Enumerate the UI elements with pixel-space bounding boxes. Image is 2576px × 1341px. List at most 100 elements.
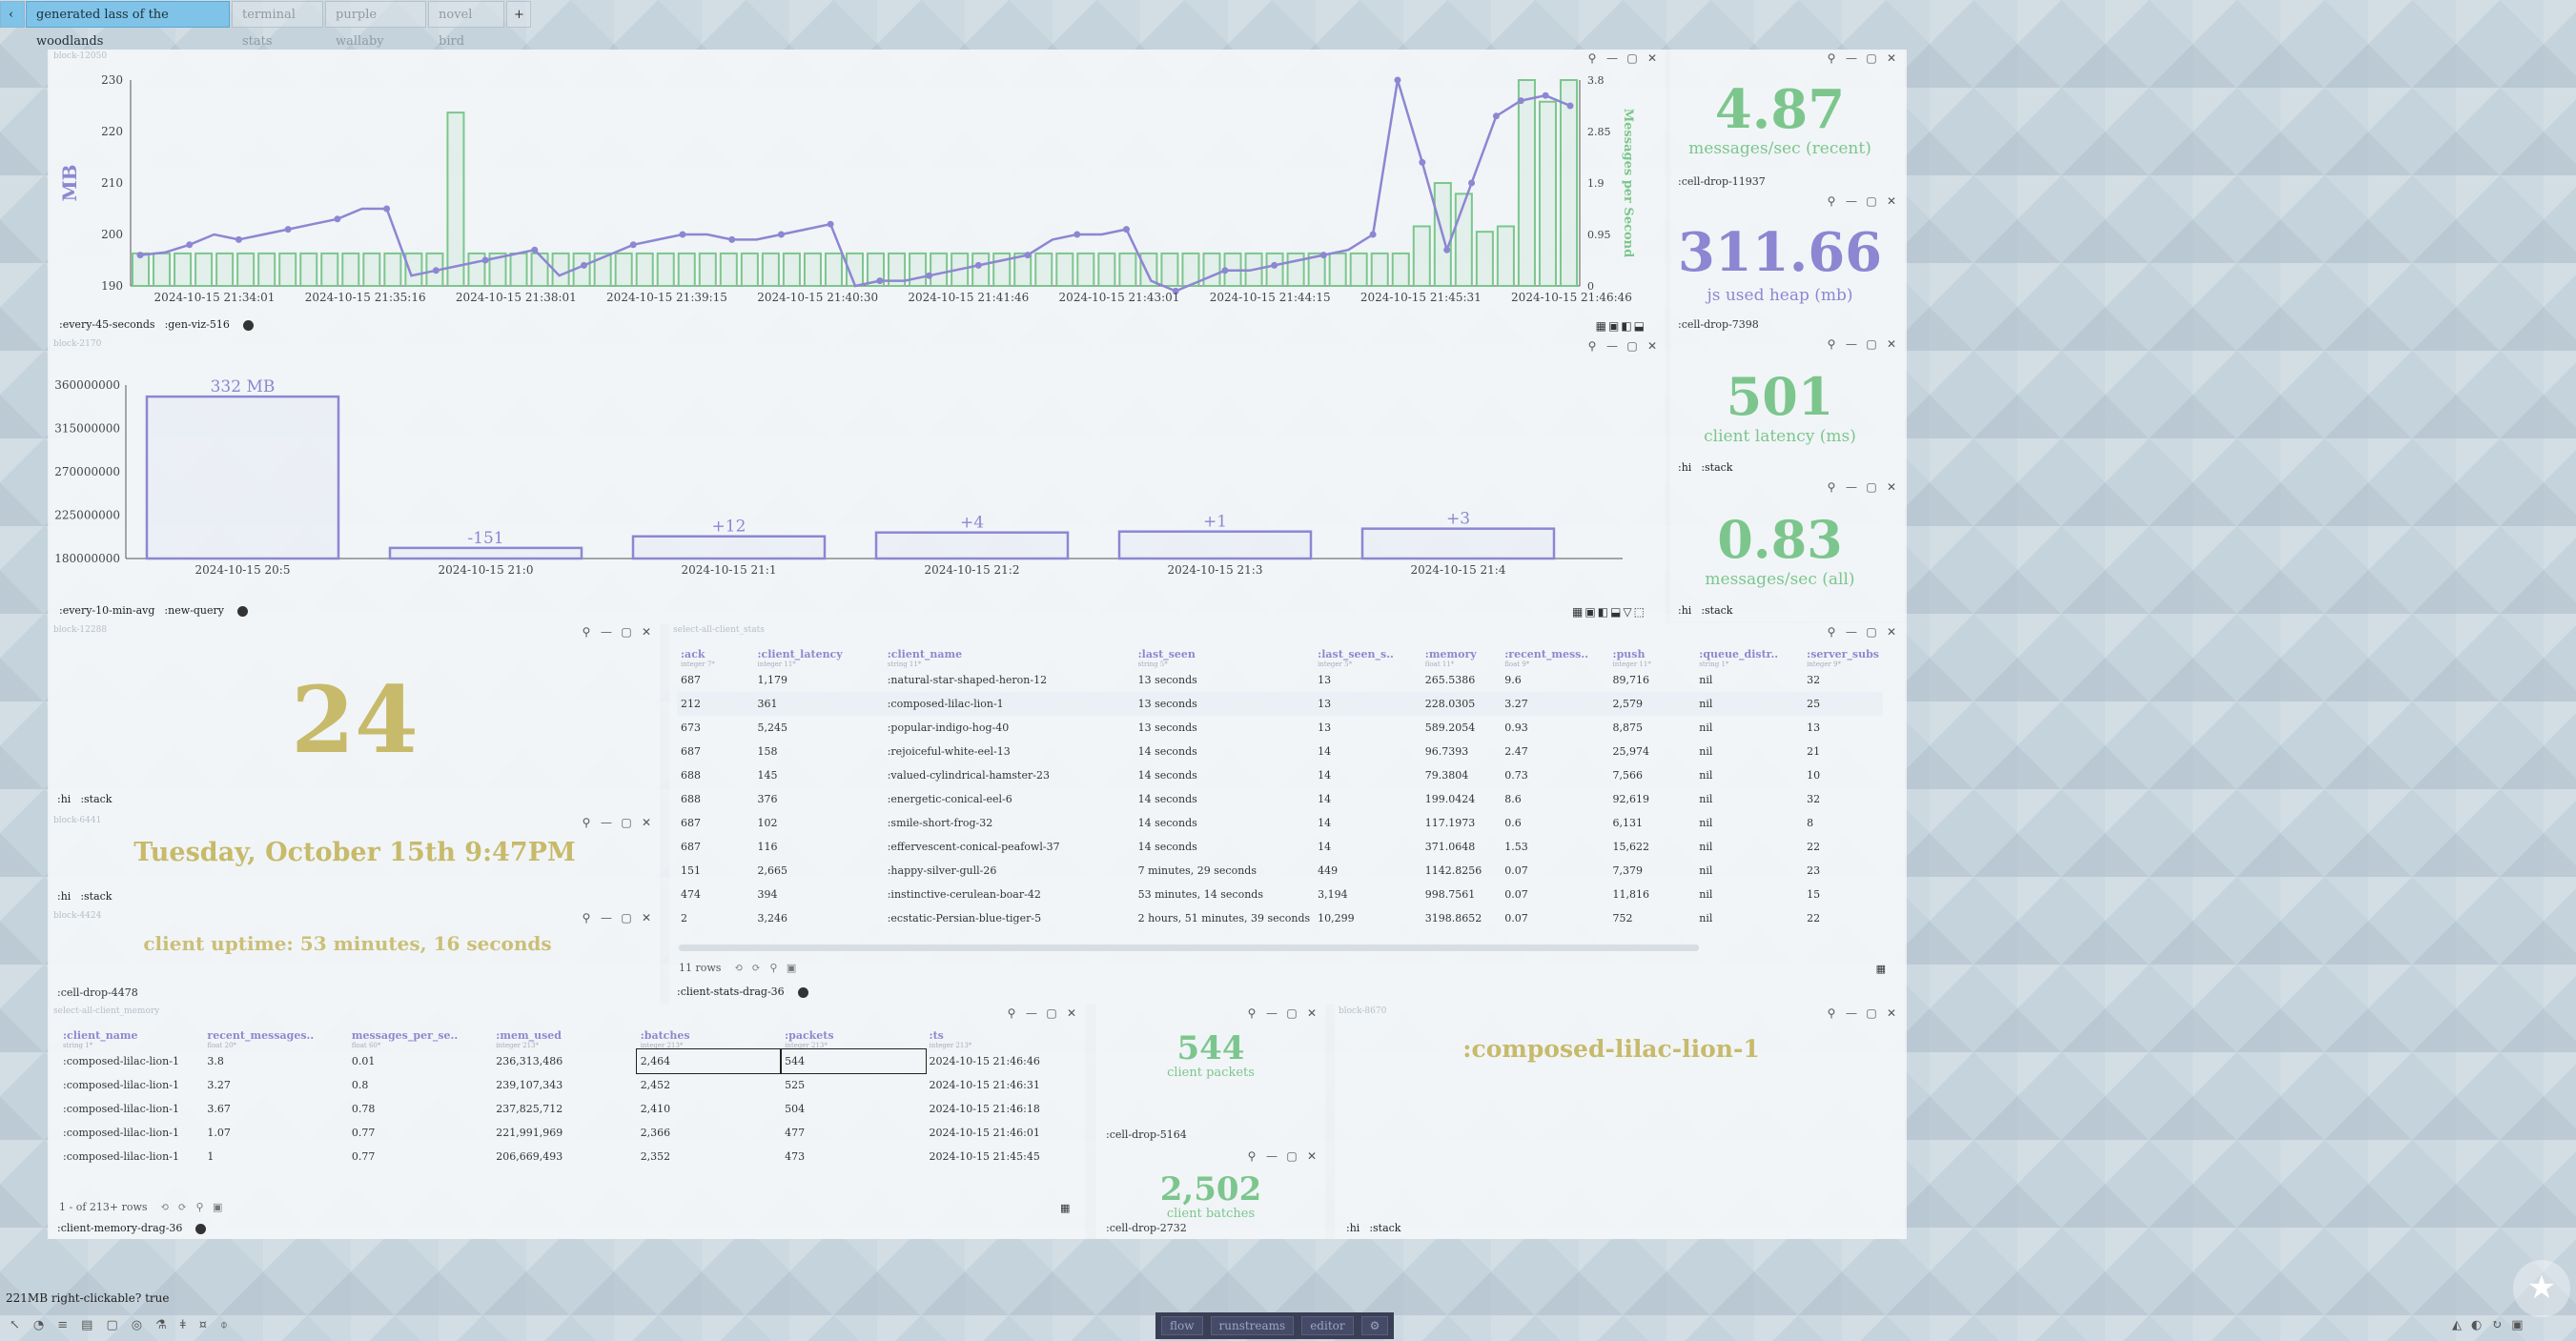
table-cell[interactable]: 6,131 xyxy=(1609,811,1696,835)
table-cell[interactable]: :popular-indigo-hog-40 xyxy=(884,716,1135,740)
minimize-icon[interactable]: — xyxy=(1846,480,1857,494)
table-cell[interactable]: 15,622 xyxy=(1609,835,1696,859)
close-icon[interactable]: ✕ xyxy=(1886,1006,1897,1020)
table-cell[interactable]: 13 xyxy=(1314,692,1421,716)
table-cell[interactable]: 14 xyxy=(1314,835,1421,859)
table-cell[interactable]: 2,452 xyxy=(637,1073,781,1097)
settings-icon[interactable]: ⚙ xyxy=(1360,1316,1389,1335)
pin-icon[interactable]: ⚲ xyxy=(581,816,592,829)
clock-icon[interactable] xyxy=(195,1223,207,1234)
table-cell[interactable]: 25 xyxy=(1803,692,1883,716)
table-cell[interactable]: nil xyxy=(1695,883,1803,906)
back-button[interactable]: ‹ xyxy=(0,1,25,28)
tab-terminal-stats[interactable]: terminal stats xyxy=(232,1,323,49)
table-cell[interactable]: 9.6 xyxy=(1501,668,1608,692)
table-cell[interactable]: 96.7393 xyxy=(1421,740,1501,763)
table-cell[interactable]: 2024-10-15 21:46:18 xyxy=(926,1097,1070,1121)
table-cell[interactable]: 14 xyxy=(1314,811,1421,835)
table-row[interactable]: :composed-lilac-lion-1 3.67 0.78 237,825,71… xyxy=(59,1097,1070,1121)
pin-icon[interactable]: ⚲ xyxy=(1826,480,1837,494)
minimize-icon[interactable]: — xyxy=(1266,1006,1278,1020)
table-cell[interactable]: 687 xyxy=(677,740,753,763)
tab-generated-lass[interactable]: generated lass of the woodlands xyxy=(26,1,230,49)
table-cell[interactable]: nil xyxy=(1695,787,1803,811)
page-icon[interactable]: ▢ xyxy=(106,1318,131,1332)
bell-icon[interactable]: ◭ xyxy=(2452,1318,2471,1332)
table-cell[interactable]: 0.93 xyxy=(1501,716,1608,740)
pin-icon[interactable]: ⚲ xyxy=(581,911,592,924)
pin-icon[interactable]: ⚲ xyxy=(1246,1006,1257,1020)
column-header[interactable]: :batches integer 213* xyxy=(637,1027,781,1049)
table-cell[interactable]: :composed-lilac-lion-1 xyxy=(59,1145,203,1168)
table-cell[interactable]: 13 seconds xyxy=(1134,692,1315,716)
close-icon[interactable]: ✕ xyxy=(1646,51,1658,65)
column-header[interactable]: :ack integer 7* xyxy=(677,646,753,668)
close-icon[interactable]: ✕ xyxy=(1886,625,1897,639)
split-icon[interactable]: ◧ xyxy=(1598,605,1610,619)
table-cell[interactable]: 589.2054 xyxy=(1421,716,1501,740)
column-header[interactable]: recent_messages.. float 20* xyxy=(203,1027,347,1049)
maximize-icon[interactable]: ▢ xyxy=(621,816,632,829)
table-icon[interactable]: ▦ xyxy=(1572,605,1584,619)
minimize-icon[interactable]: — xyxy=(1606,339,1618,353)
table-cell[interactable]: 206,669,493 xyxy=(492,1145,636,1168)
pin-icon[interactable]: ⚲ xyxy=(1246,1149,1257,1163)
table-cell[interactable]: :ecstatic-Persian-blue-tiger-5 xyxy=(884,906,1135,930)
table-cell[interactable]: 14 seconds xyxy=(1135,787,1315,811)
table-cell[interactable]: 13 seconds xyxy=(1135,668,1315,692)
table-cell[interactable]: :composed-lilac-lion-1 xyxy=(883,692,1135,716)
table-cell[interactable]: nil xyxy=(1695,716,1803,740)
table-cell[interactable]: 3,194 xyxy=(1314,883,1421,906)
table-cell[interactable]: 687 xyxy=(677,835,753,859)
table-cell[interactable]: 3.67 xyxy=(203,1097,347,1121)
table-cell[interactable]: 474 xyxy=(677,883,753,906)
table-icon[interactable]: ▦ xyxy=(1596,319,1608,333)
table-cell[interactable]: 14 seconds xyxy=(1135,835,1315,859)
refresh-icon[interactable]: ↻ xyxy=(2491,1318,2511,1332)
table-cell[interactable]: 449 xyxy=(1314,859,1421,883)
table-cell[interactable]: 525 xyxy=(781,1073,925,1097)
table-cell[interactable]: 212 xyxy=(677,692,754,716)
minimize-icon[interactable]: — xyxy=(1026,1006,1037,1020)
table-cell[interactable]: 8,875 xyxy=(1609,716,1696,740)
close-icon[interactable]: ✕ xyxy=(641,911,652,924)
table-cell[interactable]: nil xyxy=(1695,906,1803,930)
table-cell[interactable]: 92,619 xyxy=(1609,787,1696,811)
table-cell[interactable]: 0.6 xyxy=(1501,811,1608,835)
table-cell[interactable]: 688 xyxy=(677,787,753,811)
table-cell[interactable]: 2,579 xyxy=(1608,692,1696,716)
table-cell[interactable]: 504 xyxy=(781,1097,925,1121)
table-cell[interactable]: 2024-10-15 21:46:46 xyxy=(926,1049,1070,1073)
table-cell[interactable]: :composed-lilac-lion-1 xyxy=(59,1097,203,1121)
table-cell[interactable]: 688 xyxy=(677,763,753,787)
column-header[interactable]: :client_name string 11* xyxy=(884,646,1135,668)
table-cell[interactable]: :valued-cylindrical-hamster-23 xyxy=(884,763,1135,787)
table-row[interactable]: :composed-lilac-lion-1 1 0.77 206,669,493 2,… xyxy=(59,1145,1070,1168)
minimize-icon[interactable]: — xyxy=(1846,51,1857,65)
column-header[interactable]: :queue_distr.. string 1* xyxy=(1695,646,1803,668)
table-row[interactable]: 687 158:rejoiceful-white-eel-13 14 seconds… xyxy=(677,740,1883,763)
flask-icon[interactable]: ⚗ xyxy=(155,1318,180,1332)
clock-icon[interactable] xyxy=(236,605,248,617)
column-header[interactable]: :last_seen_s.. integer 5* xyxy=(1314,646,1421,668)
table-row[interactable]: 151 2,665:happy-silver-gull-26 7 minutes, … xyxy=(677,859,1883,883)
table-cell[interactable]: 0.07 xyxy=(1501,859,1608,883)
column-header[interactable]: :mem_used integer 213* xyxy=(492,1027,636,1049)
table-cell[interactable]: 25,974 xyxy=(1609,740,1696,763)
column-header[interactable]: messages_per_se.. float 60* xyxy=(348,1027,492,1049)
table-cell[interactable]: 752 xyxy=(1609,906,1696,930)
table-row[interactable]: 688 145:valued-cylindrical-hamster-23 14 s… xyxy=(677,763,1883,787)
minimize-icon[interactable]: — xyxy=(1846,337,1857,351)
table-cell[interactable]: 376 xyxy=(753,787,883,811)
table-row[interactable]: :composed-lilac-lion-1 1.07 0.77 221,991,96… xyxy=(59,1121,1070,1145)
pin-icon[interactable]: ⚲ xyxy=(1586,339,1598,353)
add-tab-button[interactable]: + xyxy=(506,1,531,28)
editor-button[interactable]: editor xyxy=(1301,1316,1354,1335)
column-header[interactable]: :last_seen string 5* xyxy=(1135,646,1315,668)
minimize-icon[interactable]: — xyxy=(1846,194,1857,208)
tab-purple-wallaby[interactable]: purple wallaby xyxy=(325,1,426,49)
table-cell[interactable]: :composed-lilac-lion-1 xyxy=(59,1121,203,1145)
table-cell[interactable]: 3,246 xyxy=(753,906,883,930)
table-icon[interactable]: ▦ xyxy=(1876,963,1886,975)
table-cell[interactable]: 1 xyxy=(203,1145,347,1168)
